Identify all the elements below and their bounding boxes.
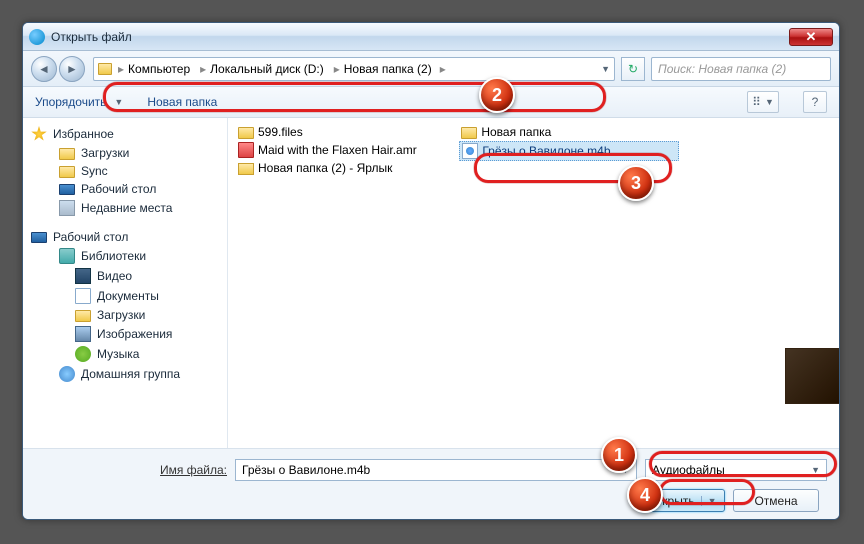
cancel-button[interactable]: Отмена — [733, 489, 819, 512]
preview-thumbnail — [785, 348, 840, 404]
image-icon — [75, 326, 91, 342]
library-icon — [59, 248, 75, 264]
refresh-button[interactable]: ↻ — [621, 57, 645, 81]
toolbar: Упорядочить▼ Новая папка ⠿▼ ? — [23, 87, 839, 118]
address-dropdown-icon[interactable]: ▼ — [601, 64, 610, 74]
organize-menu[interactable]: Упорядочить▼ — [35, 95, 123, 109]
monitor-icon — [59, 184, 75, 195]
filetype-dropdown[interactable]: Аудиофайлы▼ — [645, 459, 827, 481]
sidebar-libraries[interactable]: Библиотеки — [23, 246, 227, 266]
folder-icon — [59, 148, 75, 160]
address-bar[interactable]: ▸Компьютер ▸Локальный диск (D:) ▸Новая п… — [93, 57, 615, 81]
file-item-selected[interactable]: Грёзы о Вавилоне.m4b — [459, 141, 679, 161]
sidebar-docs[interactable]: Документы — [23, 286, 227, 306]
search-placeholder: Поиск: Новая папка (2) — [658, 62, 786, 76]
star-icon — [31, 126, 47, 142]
nav-row: ◄ ► ▸Компьютер ▸Локальный диск (D:) ▸Нов… — [23, 51, 839, 87]
audio-file-icon — [462, 143, 478, 159]
film-icon — [75, 268, 91, 284]
breadcrumb-2[interactable]: Новая папка (2) — [344, 62, 432, 76]
titlebar: Открыть файл ✕ — [23, 23, 839, 51]
file-item[interactable]: Maid with the Flaxen Hair.amr — [236, 141, 456, 159]
folder-icon — [98, 63, 112, 75]
audio-icon — [238, 142, 254, 158]
search-input[interactable]: Поиск: Новая папка (2) — [651, 57, 831, 81]
recent-icon — [59, 200, 75, 216]
file-item[interactable]: Новая папка — [459, 124, 679, 140]
view-mode-button[interactable]: ⠿▼ — [747, 91, 779, 113]
shortcut-icon — [238, 163, 254, 175]
folder-icon — [59, 166, 75, 178]
sidebar-downloads[interactable]: Загрузки — [23, 144, 227, 162]
sidebar-desktop2[interactable]: Рабочий стол — [23, 228, 227, 246]
file-item[interactable]: Новая папка (2) - Ярлык — [236, 160, 456, 176]
filename-label: Имя файла: — [35, 463, 227, 477]
filename-input[interactable]: Грёзы о Вавилоне.m4b▼ — [235, 459, 637, 481]
file-item[interactable]: 599.files — [236, 124, 456, 140]
sidebar-desktop[interactable]: Рабочий стол — [23, 180, 227, 198]
new-folder-button[interactable]: Новая папка — [147, 95, 217, 109]
breadcrumb-0[interactable]: Компьютер — [128, 62, 190, 76]
open-button[interactable]: Открыть▼ — [639, 489, 725, 512]
document-icon — [75, 288, 91, 304]
monitor-icon — [31, 232, 47, 243]
window-title: Открыть файл — [51, 30, 132, 44]
back-button[interactable]: ◄ — [31, 56, 57, 82]
file-list[interactable]: 599.files Maid with the Flaxen Hair.amr … — [228, 118, 839, 448]
folder-icon — [461, 127, 477, 139]
breadcrumb-1[interactable]: Локальный диск (D:) — [210, 62, 324, 76]
open-file-dialog: Открыть файл ✕ ◄ ► ▸Компьютер ▸Локальный… — [22, 22, 840, 520]
music-icon — [75, 346, 91, 362]
close-button[interactable]: ✕ — [789, 28, 833, 46]
sidebar-sync[interactable]: Sync — [23, 162, 227, 180]
homegroup-icon — [59, 366, 75, 382]
forward-button[interactable]: ► — [59, 56, 85, 82]
sidebar-favorites[interactable]: Избранное — [23, 124, 227, 144]
nav-buttons: ◄ ► — [31, 56, 87, 82]
sidebar: Избранное Загрузки Sync Рабочий стол Нед… — [23, 118, 228, 448]
sidebar-downloads2[interactable]: Загрузки — [23, 306, 227, 324]
sidebar-video[interactable]: Видео — [23, 266, 227, 286]
sidebar-recent[interactable]: Недавние места — [23, 198, 227, 218]
bottom-bar: Имя файла: Грёзы о Вавилоне.m4b▼ Аудиофа… — [23, 448, 839, 520]
sidebar-pics[interactable]: Изображения — [23, 324, 227, 344]
app-icon — [29, 29, 45, 45]
body: Избранное Загрузки Sync Рабочий стол Нед… — [23, 118, 839, 448]
sidebar-homegroup[interactable]: Домашняя группа — [23, 364, 227, 384]
folder-icon — [75, 310, 91, 322]
help-button[interactable]: ? — [803, 91, 827, 113]
sidebar-music[interactable]: Музыка — [23, 344, 227, 364]
folder-icon — [238, 127, 254, 139]
